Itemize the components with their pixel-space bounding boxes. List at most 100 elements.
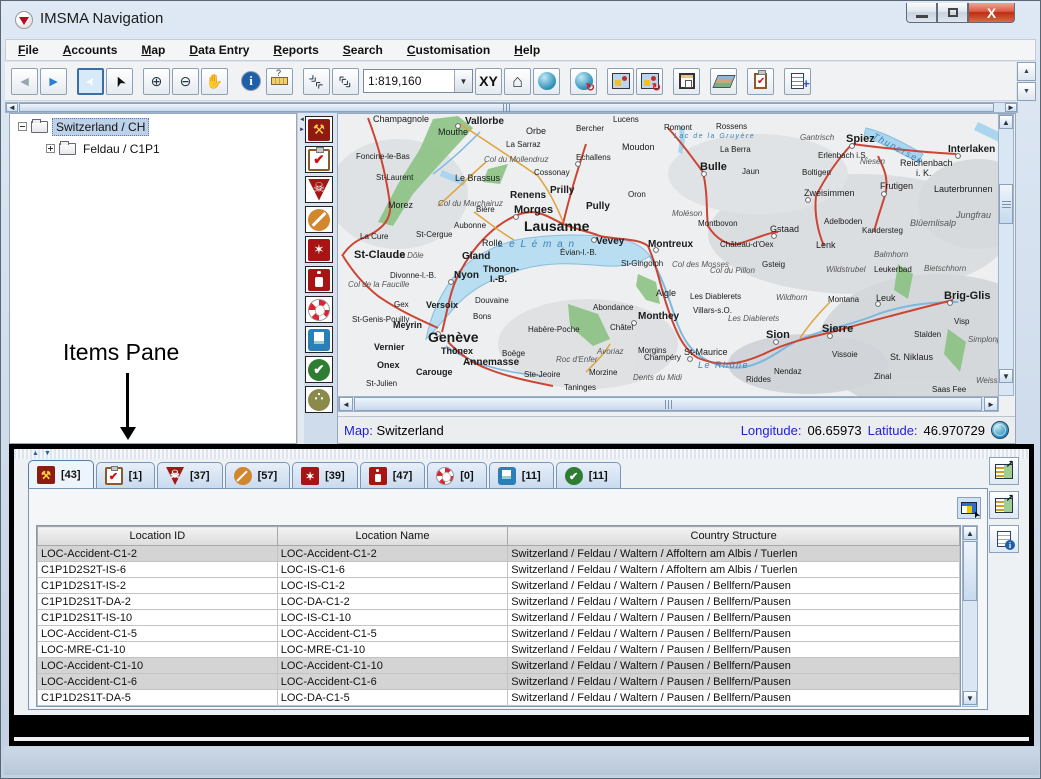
hscroll-left-button[interactable]: ◄ bbox=[6, 103, 18, 112]
menu-file[interactable]: File bbox=[18, 43, 39, 57]
checklist-button[interactable] bbox=[747, 68, 774, 95]
maximize-button[interactable] bbox=[937, 3, 968, 23]
map-scale-dropdown-icon[interactable]: ▼ bbox=[454, 70, 472, 92]
table-row[interactable]: C1P1D2S1T-DA-5LOC-DA-C1-5Switzerland / F… bbox=[38, 690, 960, 706]
map-hscroll-thumb[interactable] bbox=[354, 397, 982, 411]
hscroll-right-button[interactable]: ► bbox=[1005, 103, 1017, 112]
tab-mre[interactable]: [11] bbox=[489, 462, 554, 489]
column-header-location-name[interactable]: Location Name bbox=[277, 527, 508, 546]
pan-hand-button[interactable]: ✋ bbox=[201, 68, 228, 95]
map-refresh-button[interactable]: ↻ bbox=[636, 68, 663, 95]
info-button[interactable] bbox=[241, 71, 261, 91]
tree-map-splitter[interactable]: ◄ ► bbox=[297, 113, 304, 444]
hscroll-thumb[interactable] bbox=[19, 103, 994, 112]
hazard-strip-button[interactable] bbox=[305, 176, 333, 203]
tab-qc[interactable]: [11] bbox=[556, 462, 621, 489]
table-row[interactable]: LOC-MRE-C1-10LOC-MRE-C1-10Switzerland / … bbox=[38, 642, 960, 658]
table-scroll-up-button[interactable]: ▲ bbox=[963, 526, 977, 540]
back-button[interactable]: ◄ bbox=[11, 68, 38, 95]
map-scroll-left-button[interactable]: ◄ bbox=[339, 397, 353, 411]
deminer-strip-button[interactable] bbox=[305, 116, 333, 143]
map-scale-combo[interactable]: 1:819,160▼ bbox=[363, 69, 473, 93]
menu-search[interactable]: Search bbox=[343, 43, 383, 57]
new-report-button[interactable] bbox=[784, 68, 811, 95]
tree-item-feldau[interactable]: Feldau / C1P1 bbox=[10, 139, 296, 158]
victim-strip-button[interactable] bbox=[305, 266, 333, 293]
table-row[interactable]: C1P1D2S1T-DA-2LOC-DA-C1-2Switzerland / F… bbox=[38, 594, 960, 610]
map-scroll-down-button[interactable]: ▼ bbox=[999, 369, 1013, 383]
zoom-in-fixed-button[interactable]: »« bbox=[303, 68, 330, 95]
table-row[interactable]: C1P1D2S1T-IS-2LOC-IS-C1-2Switzerland / F… bbox=[38, 578, 960, 594]
items-table[interactable]: Location IDLocation NameCountry Structur… bbox=[36, 525, 961, 707]
table-scroll-down-button[interactable]: ▼ bbox=[963, 691, 977, 705]
table-row[interactable]: C1P1D2S2T-IS-6LOC-IS-C1-6Switzerland / F… bbox=[38, 562, 960, 578]
menu-reports[interactable]: Reports bbox=[273, 43, 318, 57]
toolbar-scroll-up-button[interactable]: ▲ bbox=[1017, 62, 1036, 81]
task-strip-button[interactable] bbox=[305, 146, 333, 173]
column-chooser-button[interactable] bbox=[957, 497, 981, 519]
refresh-view-button[interactable]: ↻ bbox=[570, 68, 597, 95]
map-canvas[interactable]: ChampagnoleMoutheVallorbeOrbeLa SarrazFo… bbox=[338, 114, 999, 396]
menu-help[interactable]: Help bbox=[514, 43, 540, 57]
layers-button[interactable] bbox=[710, 68, 737, 95]
hazred-strip-button[interactable] bbox=[305, 206, 333, 233]
toolbar-hscrollbar[interactable]: ◄ ► bbox=[5, 102, 1018, 113]
tab-accident[interactable]: [39] bbox=[292, 462, 358, 489]
title-bar[interactable]: IMSMA Navigation X bbox=[4, 3, 1037, 37]
navigation-mode-button[interactable] bbox=[77, 68, 104, 95]
map-scroll-right-button[interactable]: ► bbox=[984, 397, 998, 411]
select-cursor-button[interactable]: ➤ bbox=[106, 68, 133, 95]
column-header-location-id[interactable]: Location ID bbox=[38, 527, 278, 546]
tab-assist[interactable]: [0] bbox=[427, 462, 486, 489]
tab-hazred[interactable]: [57] bbox=[225, 462, 291, 489]
measure-button[interactable] bbox=[266, 68, 293, 95]
table-row[interactable]: LOC-Accident-C1-6LOC-Accident-C1-6Switze… bbox=[38, 674, 960, 690]
qc-strip-button[interactable] bbox=[305, 356, 333, 383]
item-info-report-button[interactable] bbox=[989, 525, 1019, 553]
projection-globe-icon[interactable] bbox=[991, 421, 1009, 439]
menu-customisation[interactable]: Customisation bbox=[407, 43, 490, 57]
table-row[interactable]: LOC-Accident-C1-10LOC-Accident-C1-10Swit… bbox=[38, 658, 960, 674]
menu-accounts[interactable]: Accounts bbox=[63, 43, 118, 57]
accident-strip-button[interactable] bbox=[305, 236, 333, 263]
overview-map-button[interactable] bbox=[607, 68, 634, 95]
forward-button[interactable]: ► bbox=[40, 68, 67, 95]
table-vscroll-thumb[interactable] bbox=[963, 541, 977, 601]
zoom-in-button[interactable]: ⊕ bbox=[143, 68, 170, 95]
table-row[interactable]: LOC-Accident-C1-2LOC-Accident-C1-2Switze… bbox=[38, 546, 960, 562]
pane-expand-icon[interactable]: ▲ bbox=[32, 450, 39, 457]
items-pane-splitter[interactable]: ▲ ▼ bbox=[14, 449, 1029, 459]
toolbar-scroll-down-button[interactable]: ▼ bbox=[1017, 82, 1036, 101]
tab-hazard[interactable]: [37] bbox=[157, 462, 223, 489]
minimize-button[interactable] bbox=[906, 3, 937, 23]
world-button[interactable] bbox=[533, 68, 560, 95]
close-button[interactable]: X bbox=[968, 3, 1015, 23]
zoom-extent-button[interactable]: «» bbox=[332, 68, 359, 95]
tree-item-switzerland[interactable]: Switzerland / CH bbox=[10, 117, 296, 136]
tab-victim[interactable]: [47] bbox=[360, 462, 426, 489]
tab-count: [37] bbox=[190, 470, 210, 482]
layout-window-button[interactable] bbox=[673, 68, 700, 95]
open-items-in-map-button[interactable] bbox=[989, 457, 1019, 485]
tab-task[interactable]: [1] bbox=[96, 462, 155, 489]
home-extent-button[interactable]: ⌂ bbox=[504, 68, 531, 95]
menu-data-entry[interactable]: Data Entry bbox=[189, 43, 249, 57]
map-scroll-up-button[interactable]: ▲ bbox=[999, 115, 1013, 129]
map-vscroll-thumb[interactable] bbox=[999, 184, 1013, 224]
pane-collapse-icon[interactable]: ▼ bbox=[44, 450, 51, 457]
map-label: Riddes bbox=[746, 375, 771, 384]
assist-strip-button[interactable] bbox=[305, 296, 333, 323]
collapse-icon[interactable] bbox=[18, 122, 27, 131]
zoom-out-button[interactable]: ⊖ bbox=[172, 68, 199, 95]
show-list-on-map-button[interactable] bbox=[989, 491, 1019, 519]
tab-deminer[interactable]: [43] bbox=[28, 460, 94, 489]
table-row[interactable]: LOC-Accident-C1-5LOC-Accident-C1-5Switze… bbox=[38, 626, 960, 642]
mre-strip-button[interactable] bbox=[305, 326, 333, 353]
org-strip-button[interactable] bbox=[305, 386, 333, 413]
column-header-country-structure[interactable]: Country Structure bbox=[508, 527, 960, 546]
expand-icon[interactable] bbox=[46, 144, 55, 153]
menu-map[interactable]: Map bbox=[141, 43, 165, 57]
xy-coordinates-button[interactable]: XY bbox=[475, 68, 502, 95]
table-row[interactable]: C1P1D2S1T-DA-10LOC-DA-C1-10Switzerland /… bbox=[38, 706, 960, 708]
table-row[interactable]: C1P1D2S1T-IS-10LOC-IS-C1-10Switzerland /… bbox=[38, 610, 960, 626]
